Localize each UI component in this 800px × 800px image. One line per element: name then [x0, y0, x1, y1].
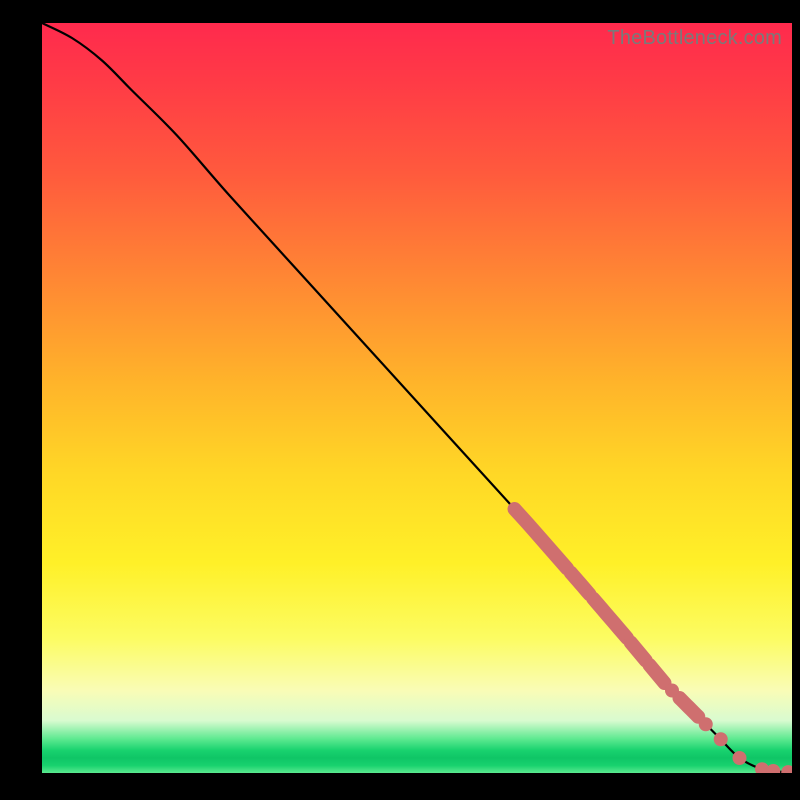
tail-dot: [733, 751, 747, 765]
chart-overlay: [42, 23, 792, 773]
tail-dot: [665, 684, 679, 698]
tail-dot: [781, 765, 792, 773]
main-curve: [42, 23, 792, 772]
highlight-segment: [571, 573, 590, 595]
plot-area: TheBottleneck.com: [42, 23, 792, 773]
highlight-segment: [593, 599, 627, 638]
highlight-segment: [631, 643, 646, 661]
highlight-segment: [680, 698, 699, 717]
tail-dot: [699, 717, 713, 731]
highlight-segment: [650, 665, 665, 683]
tail-dot: [766, 764, 780, 773]
chart-frame: TheBottleneck.com: [0, 0, 800, 800]
highlight-segment: [515, 509, 568, 568]
tail-dot: [714, 732, 728, 746]
